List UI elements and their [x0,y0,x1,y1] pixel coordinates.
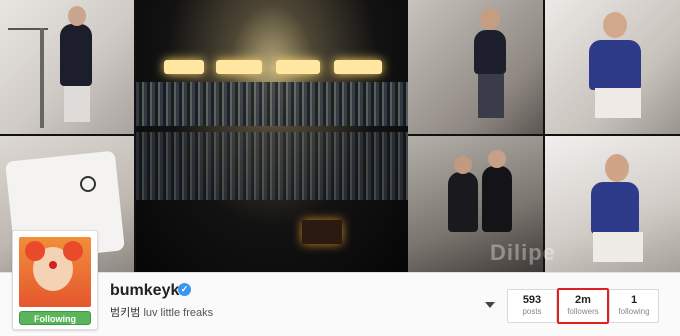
following-label: following [618,307,650,316]
person-figure [60,24,92,86]
stage [302,220,342,244]
person-head [480,8,500,30]
person-figure [474,30,506,74]
stat-followers[interactable]: 2m followers [557,288,609,324]
clown-hair [63,241,83,261]
cover-photo-grid: Dilipe [0,0,680,272]
stadium-light [276,60,320,74]
person-head [68,6,86,26]
posts-label: posts [522,307,542,316]
cover-photo-6[interactable] [545,136,680,272]
person-legs [478,74,504,118]
followers-count: 2m [575,294,591,306]
stat-following[interactable]: 1 following [609,289,659,323]
following-button[interactable]: Following [19,311,91,325]
cover-photo-4[interactable] [545,0,680,134]
person-head [488,150,506,168]
rack-pole [40,28,44,128]
cover-photo-1[interactable] [0,0,134,134]
clown-hair [25,241,45,261]
chevron-down-icon[interactable] [484,300,496,310]
cover-photo-stadium[interactable] [136,0,408,272]
followers-label: followers [567,307,599,316]
verified-check-icon: ✓ [178,283,191,296]
person-figure [482,166,512,232]
bio-text: luv little freaks [143,307,214,319]
stadium-light [216,60,262,74]
stadium-light [164,60,204,74]
person-figure [591,182,639,234]
bio-korean-name: 범키범 [110,307,141,319]
following-count: 1 [630,294,638,306]
stadium-light [334,60,382,74]
avatar[interactable] [19,237,91,307]
profile-bio: 범키범 luv little freaks [110,304,213,320]
person-head [605,154,629,182]
avatar-card: Following [12,230,98,330]
person-legs [64,86,90,122]
posts-count: 593 [522,294,542,306]
person-legs [593,232,643,262]
crowd-upper [136,82,408,126]
stat-posts[interactable]: 593 posts [507,289,557,323]
clown-nose [49,261,57,269]
cover-photo-3[interactable] [408,0,543,134]
profile-username: bumkeyk [110,282,180,299]
jacket-logo [80,176,96,192]
person-head [603,12,627,38]
person-figure [589,40,641,90]
watermark: Dilipe [490,240,556,265]
person-legs [595,88,641,118]
person-head [454,156,472,174]
person-figure [448,172,478,232]
crowd-lower [136,132,408,200]
